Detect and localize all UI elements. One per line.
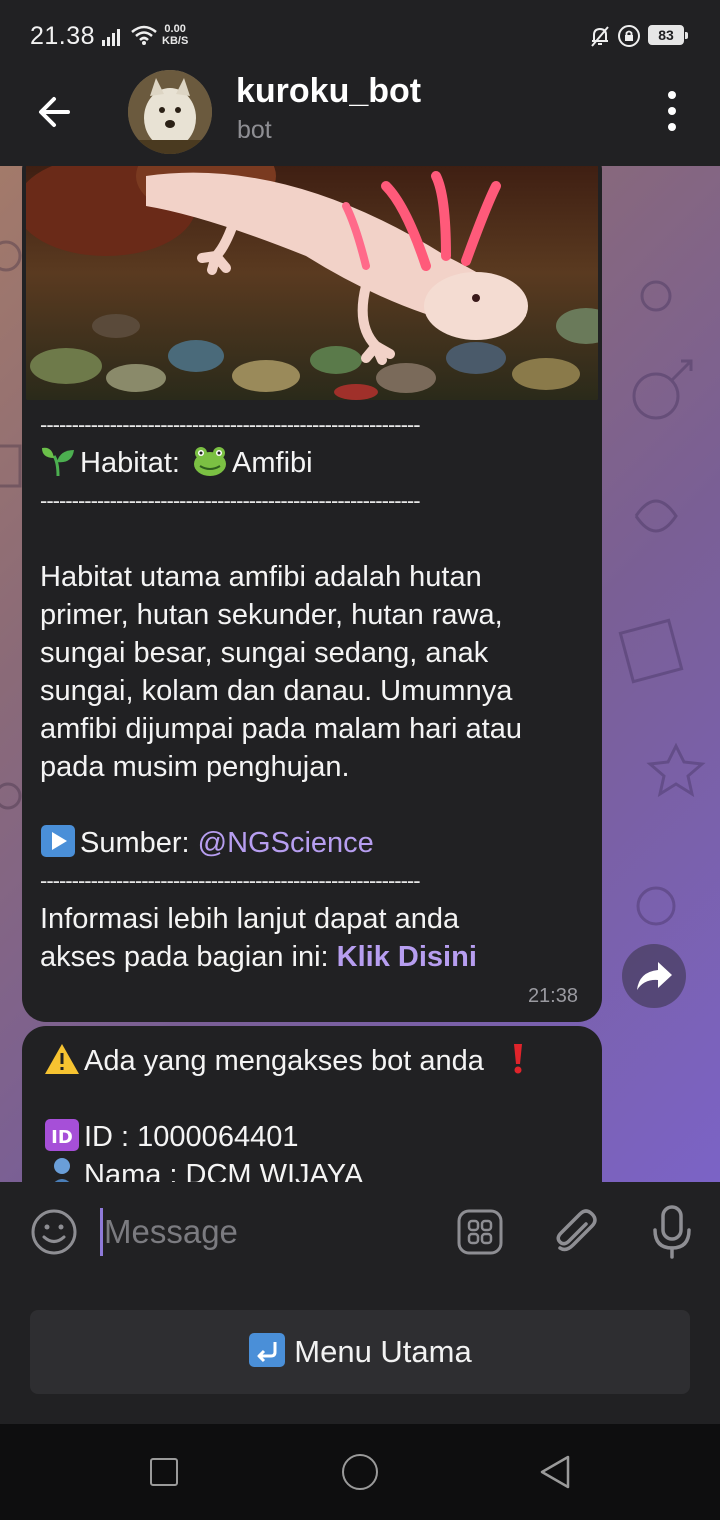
rotation-lock-icon xyxy=(618,25,640,47)
network-speed-unit: KB/S xyxy=(162,35,189,47)
status-time: 21.38 xyxy=(30,22,96,50)
chat-subtitle: bot xyxy=(237,116,272,144)
info-text: akses pada bagian ini: xyxy=(40,941,329,973)
back-triangle-icon[interactable] xyxy=(538,1454,574,1490)
svg-text:ID: ID xyxy=(51,1127,73,1148)
arrow-left-icon[interactable] xyxy=(30,86,82,138)
axolotl-photo[interactable] xyxy=(26,166,598,400)
system-nav-bar xyxy=(0,1424,720,1520)
recent-apps-button[interactable] xyxy=(150,1458,178,1486)
message-text: Ada yang mengakses bot anda ID ID : 1000… xyxy=(44,1042,589,1182)
message-input[interactable]: Message xyxy=(104,1208,424,1256)
share-icon xyxy=(637,962,672,990)
seedling-icon xyxy=(42,447,74,477)
smiley-icon[interactable] xyxy=(30,1208,78,1256)
wallpaper-doodle xyxy=(618,280,706,926)
info-line: akses pada bagian ini: Klik Disini xyxy=(40,938,585,976)
divider-line: ----------------------------------------… xyxy=(40,868,421,893)
frog-icon xyxy=(194,447,227,476)
wifi-icon xyxy=(131,25,157,45)
warning-icon xyxy=(45,1044,79,1074)
menu-utama-button[interactable]: Menu Utama xyxy=(30,1310,690,1394)
id-badge-icon: ID xyxy=(45,1119,79,1151)
paragraph-line: sungai besar, sungai sedang, anak xyxy=(40,637,489,669)
bell-muted-icon xyxy=(591,26,609,47)
paragraph-line: sungai, kolam dan danau. Umumnya xyxy=(40,675,513,707)
name-text: Nama : DCM WIJAYA xyxy=(84,1159,364,1182)
id-text: ID : 1000064401 xyxy=(84,1121,299,1153)
wolf-avatar-image xyxy=(128,70,212,154)
chat-messages-area[interactable]: ----------------------------------------… xyxy=(0,166,720,1182)
paragraph-line: Habitat utama amfibi adalah hutan xyxy=(40,561,482,593)
divider-line: ----------------------------------------… xyxy=(40,488,421,513)
message-text: ----------------------------------------… xyxy=(40,406,585,976)
divider-line: ----------------------------------------… xyxy=(40,412,421,437)
network-speed: 0.00 KB/S xyxy=(162,23,188,47)
message-input-bar: Message xyxy=(0,1182,720,1284)
paragraph-line: primer, hutan sekunder, hutan rawa, xyxy=(40,599,503,631)
alert-text: Ada yang mengakses bot anda xyxy=(84,1045,484,1077)
bot-keyboard: Menu Utama xyxy=(0,1284,720,1424)
source-line: Sumber: @NGScience xyxy=(40,824,585,862)
name-line: Nama : DCM WIJAYA xyxy=(44,1156,589,1182)
message-bubble[interactable]: Ada yang mengakses bot anda ID ID : 1000… xyxy=(22,1026,602,1182)
message-time: 21:38 xyxy=(527,985,578,1007)
source-label: Sumber: xyxy=(80,827,190,859)
chat-title[interactable]: kuroku_bot xyxy=(236,72,421,111)
grid-icon[interactable] xyxy=(456,1208,504,1256)
alert-line: Ada yang mengakses bot anda xyxy=(44,1042,589,1080)
wallpaper-doodle xyxy=(0,240,22,810)
person-icon xyxy=(54,1158,70,1182)
habitat-value: Amfibi xyxy=(232,447,313,479)
avatar[interactable] xyxy=(128,70,212,154)
play-button-icon xyxy=(41,825,75,857)
habitat-label: Habitat: xyxy=(80,447,180,479)
menu-utama-label: Menu Utama xyxy=(294,1334,472,1369)
share-button[interactable] xyxy=(622,944,686,1008)
signal-icon xyxy=(102,29,120,46)
microphone-icon[interactable] xyxy=(650,1204,694,1260)
chat-header: kuroku_bot bot xyxy=(0,66,720,166)
paragraph-line: pada musim penghujan. xyxy=(40,751,350,783)
exclamation-icon xyxy=(513,1044,522,1074)
status-bar: 21.38 0.00 KB/S 83 xyxy=(0,0,720,66)
message-bubble[interactable]: ----------------------------------------… xyxy=(22,166,602,1022)
info-link[interactable]: Klik Disini xyxy=(337,941,477,973)
text-caret xyxy=(100,1208,103,1256)
more-vertical-icon[interactable] xyxy=(656,86,688,136)
id-line: ID ID : 1000064401 xyxy=(44,1118,589,1156)
paperclip-icon[interactable] xyxy=(552,1206,600,1258)
return-arrow-icon xyxy=(249,1333,286,1367)
info-line: Informasi lebih lanjut dapat anda xyxy=(40,903,460,935)
paragraph-line: amfibi dijumpai pada malam hari atau xyxy=(40,713,522,745)
home-button[interactable] xyxy=(342,1454,378,1490)
habitat-line: Habitat: Amfibi xyxy=(40,444,585,482)
network-speed-value: 0.00 xyxy=(164,23,186,35)
source-link[interactable]: @NGScience xyxy=(198,827,374,859)
battery-indicator: 83 xyxy=(648,25,688,45)
